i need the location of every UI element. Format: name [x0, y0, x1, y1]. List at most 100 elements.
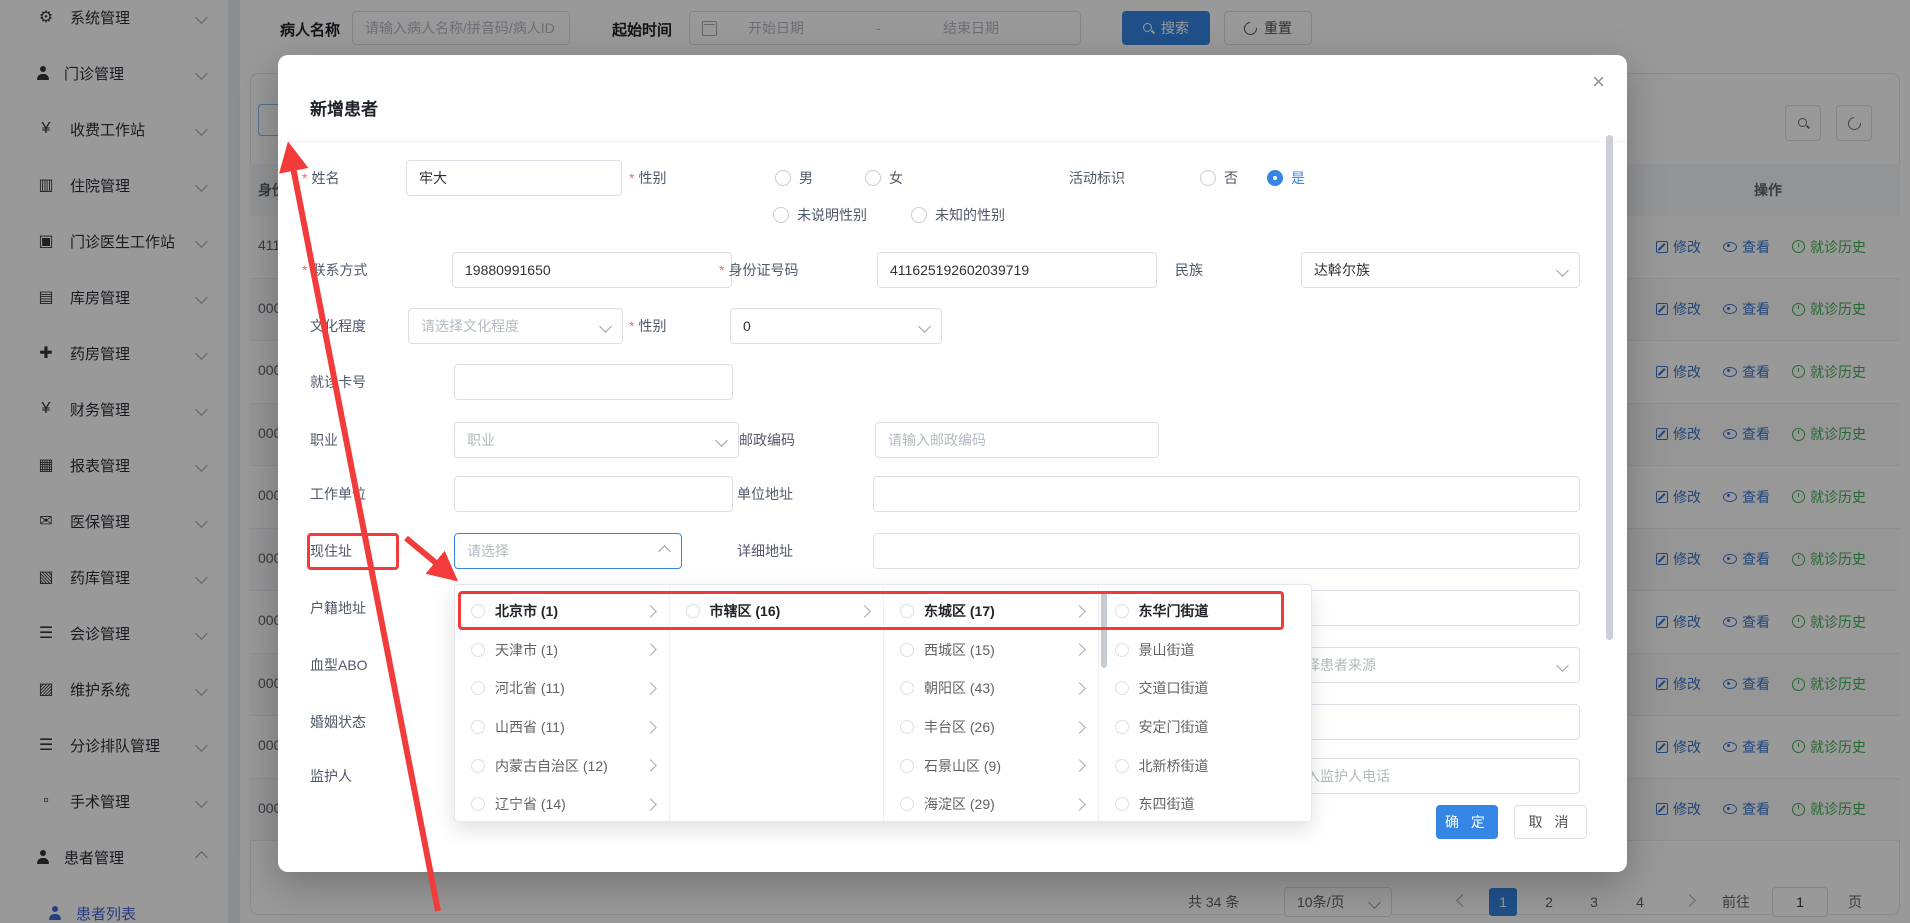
radio-icon[interactable]	[1115, 720, 1129, 734]
modal-scrollbar[interactable]	[1606, 135, 1613, 640]
cascader-option-label: 内蒙古自治区 (12)	[495, 756, 608, 776]
cascader-option[interactable]: 安定门街道	[1099, 708, 1314, 747]
scrollbar-thumb[interactable]	[1101, 592, 1107, 668]
cascader-option[interactable]: 朝阳区 (43)	[884, 669, 1098, 708]
current-address-cascader[interactable]: 请选择	[454, 533, 682, 569]
cascader-option[interactable]: 内蒙古自治区 (12)	[455, 746, 669, 785]
chevron-down-icon	[1556, 659, 1569, 672]
chevron-down-icon	[715, 434, 728, 447]
cascader-option-label: 东华门街道	[1139, 601, 1209, 621]
cascader-option-label: 交道口街道	[1139, 678, 1209, 698]
active-flag-label: 活动标识	[1069, 160, 1125, 196]
chevron-down-icon	[918, 320, 931, 333]
radio-icon[interactable]	[471, 759, 485, 773]
gender-select-label: 性别	[629, 308, 666, 344]
radio-icon[interactable]	[900, 643, 914, 657]
cancel-button[interactable]: 取 消	[1514, 805, 1587, 839]
radio-icon[interactable]	[471, 720, 485, 734]
chevron-right-icon	[1073, 721, 1086, 734]
detail-address-label: 详细地址	[737, 533, 793, 569]
cascader-option-label: 东四街道	[1139, 794, 1195, 814]
radio-icon[interactable]	[773, 207, 789, 223]
cascader-option[interactable]: 景山街道	[1099, 631, 1314, 670]
blood-type-label: 血型ABO	[310, 647, 368, 683]
radio-icon[interactable]	[900, 797, 914, 811]
cascader-option[interactable]: 辽宁省 (14)	[455, 785, 669, 824]
chevron-right-icon	[644, 798, 657, 811]
cascader-option[interactable]: 丰台区 (26)	[884, 708, 1098, 747]
gender-select[interactable]: 0	[730, 308, 942, 344]
radio-icon[interactable]	[1115, 604, 1129, 618]
cascader-option-label: 天津市 (1)	[495, 640, 558, 660]
ethnicity-select[interactable]: 达斡尔族	[1301, 252, 1580, 288]
radio-icon[interactable]	[900, 604, 914, 618]
card-no-label: 就诊卡号	[310, 364, 366, 400]
employer-input[interactable]	[454, 476, 733, 512]
marital-status-label: 婚姻状态	[310, 704, 366, 740]
close-icon[interactable]: ×	[1592, 69, 1605, 95]
card-no-input[interactable]	[454, 364, 733, 400]
radio-icon[interactable]	[1115, 643, 1129, 657]
employer-label: 工作单位	[310, 476, 366, 512]
radio-icon[interactable]	[1200, 170, 1216, 186]
cascader-option[interactable]: 海淀区 (29)	[884, 785, 1098, 824]
radio-icon[interactable]	[471, 797, 485, 811]
cascader-option[interactable]: 东城区 (17)	[884, 592, 1098, 631]
cascader-option-label: 海淀区 (29)	[924, 794, 995, 814]
radio-icon[interactable]	[1115, 681, 1129, 695]
confirm-button[interactable]: 确 定	[1436, 805, 1498, 839]
occupation-select[interactable]: 职业	[454, 422, 739, 458]
radio-selected-icon[interactable]	[1267, 170, 1283, 186]
radio-icon[interactable]	[900, 720, 914, 734]
cascader-option[interactable]: 北京市 (1)	[455, 592, 669, 631]
cascader-column: 东华门街道景山街道交道口街道安定门街道北新桥街道东四街道	[1099, 585, 1314, 821]
cascader-option[interactable]: 东华门街道	[1099, 592, 1314, 631]
radio-icon[interactable]	[1115, 797, 1129, 811]
chevron-right-icon	[1073, 759, 1086, 772]
active-yes-radio[interactable]: 是	[1267, 160, 1305, 196]
chevron-down-icon	[599, 320, 612, 333]
name-input[interactable]: 牢大	[406, 160, 622, 196]
gender-male-radio[interactable]: 男	[775, 160, 813, 196]
radio-icon[interactable]	[471, 681, 485, 695]
radio-icon[interactable]	[900, 759, 914, 773]
radio-icon[interactable]	[865, 170, 881, 186]
cascader-option[interactable]: 河北省 (11)	[455, 669, 669, 708]
cascader-option[interactable]: 西城区 (15)	[884, 631, 1098, 670]
cascader-option[interactable]: 交道口街道	[1099, 669, 1314, 708]
chevron-down-icon	[1556, 264, 1569, 277]
active-no-radio[interactable]: 否	[1200, 160, 1238, 196]
occupation-label: 职业	[310, 422, 338, 458]
cascader-option-label: 安定门街道	[1139, 717, 1209, 737]
cascader-columns: 北京市 (1) 天津市 (1) 河北省 (11) 山西省 (11) 内蒙古自治区 (12…	[455, 585, 1313, 821]
chevron-right-icon	[1073, 605, 1086, 618]
contact-input[interactable]: 19880991650	[452, 252, 732, 288]
cascader-option[interactable]: 市辖区 (16)	[670, 592, 884, 631]
radio-icon[interactable]	[471, 643, 485, 657]
gender-unstated-radio[interactable]: 未说明性别	[773, 197, 867, 233]
cascader-option[interactable]: 石景山区 (9)	[884, 746, 1098, 785]
employer-address-input[interactable]	[873, 476, 1580, 512]
detail-address-input[interactable]	[873, 533, 1580, 569]
radio-icon[interactable]	[911, 207, 927, 223]
chevron-right-icon	[1073, 682, 1086, 695]
cascader-option-label: 辽宁省 (14)	[495, 794, 566, 814]
gender-unknown-radio[interactable]: 未知的性别	[911, 197, 1005, 233]
radio-icon[interactable]	[471, 604, 485, 618]
radio-icon[interactable]	[775, 170, 791, 186]
postcode-input[interactable]: 请输入邮政编码	[875, 422, 1159, 458]
radio-icon[interactable]	[686, 604, 700, 618]
chevron-up-icon	[658, 545, 671, 558]
cascader-option[interactable]: 东四街道	[1099, 785, 1314, 824]
cascader-option[interactable]: 北新桥街道	[1099, 746, 1314, 785]
cascader-option-label: 河北省 (11)	[495, 678, 565, 698]
cascader-option[interactable]: 天津市 (1)	[455, 631, 669, 670]
education-select[interactable]: 请选择文化程度	[408, 308, 623, 344]
gender-female-radio[interactable]: 女	[865, 160, 903, 196]
radio-icon[interactable]	[1115, 759, 1129, 773]
registered-address-label: 户籍地址	[310, 590, 366, 626]
add-patient-modal: 新增患者 × 姓名 牢大 性别 男 女 活动标识 否 是 未说明性别 未知的性别…	[278, 55, 1627, 872]
cascader-option[interactable]: 山西省 (11)	[455, 708, 669, 747]
id-number-input[interactable]: 411625192602039719	[877, 252, 1157, 288]
radio-icon[interactable]	[900, 681, 914, 695]
